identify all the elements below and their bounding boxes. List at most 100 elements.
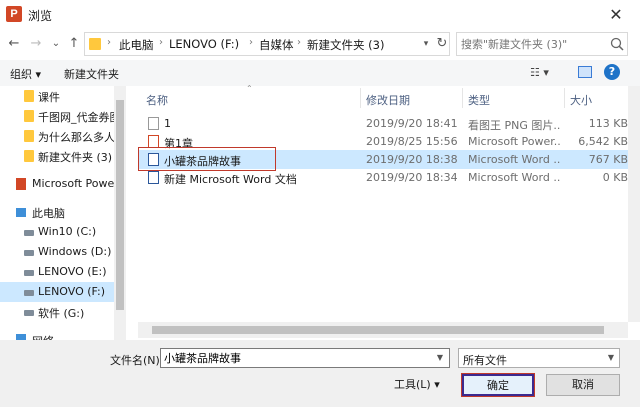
recent-locations-button[interactable]: ⌄: [48, 36, 64, 52]
folder-icon: [24, 130, 34, 142]
sidebar-item-drive-d[interactable]: Windows (D:): [0, 242, 114, 262]
sidebar-item-this-pc[interactable]: 此电脑: [0, 202, 114, 222]
docx-file-icon: [148, 171, 159, 184]
filename-combobox[interactable]: ▼: [160, 348, 450, 368]
drive-icon: [24, 250, 34, 256]
search-box[interactable]: [456, 32, 628, 56]
breadcrumb-separator: ›: [107, 37, 111, 48]
sidebar-item-label: 软件 (G:): [38, 307, 85, 320]
ok-button[interactable]: 确定: [462, 374, 534, 396]
sidebar-item-drive-e[interactable]: LENOVO (E:): [0, 262, 114, 282]
powerpoint-icon: [16, 178, 26, 190]
drive-icon: [24, 230, 34, 236]
sidebar-item-label: 网络: [32, 333, 54, 340]
sort-ascending-icon: ⌃: [246, 84, 253, 93]
sidebar-item-drive-c[interactable]: Win10 (C:): [0, 222, 114, 242]
change-view-button[interactable]: ☷ ▾: [530, 65, 556, 81]
file-type: 看图王 PNG 图片...: [468, 119, 560, 132]
sidebar-item-drive-f[interactable]: LENOVO (F:): [0, 282, 114, 302]
window-title: 浏览: [28, 9, 53, 23]
column-header-type[interactable]: 类型: [468, 92, 490, 108]
column-header-name[interactable]: 名称: [146, 92, 168, 108]
file-type: Microsoft Word ...: [468, 171, 560, 184]
organize-button[interactable]: 组织 ▾: [10, 66, 41, 82]
filename-label: 文件名(N):: [110, 354, 164, 367]
horizontal-scrollbar-thumb[interactable]: [152, 326, 604, 334]
file-date: 2019/8/25 15:56: [366, 135, 458, 148]
drive-icon: [24, 270, 34, 276]
folder-icon: [24, 150, 34, 162]
computer-icon: [16, 208, 26, 217]
breadcrumb-media[interactable]: 自媒体: [259, 37, 294, 53]
column-divider[interactable]: [462, 88, 463, 108]
command-bar: 组织 ▾ 新建文件夹 ☷ ▾ ?: [0, 60, 640, 86]
file-name: 新建 Microsoft Word 文档: [164, 173, 297, 186]
sidebar-item-label: 为什么那么多人扌: [38, 131, 114, 144]
file-size: 6,542 KB: [578, 135, 628, 148]
breadcrumb-lenovo-f[interactable]: LENOVO (F:): [169, 37, 239, 51]
back-button[interactable]: ←: [6, 36, 22, 52]
chevron-down-icon[interactable]: ▼: [433, 351, 447, 365]
forward-button[interactable]: →: [28, 36, 44, 52]
file-date: 2019/9/20 18:41: [366, 117, 458, 130]
filetype-value: 所有文件: [463, 354, 507, 367]
filetype-select[interactable]: 所有文件 ▼: [458, 348, 620, 368]
close-button[interactable]: ✕: [604, 4, 628, 26]
column-divider[interactable]: [564, 88, 565, 108]
column-header-date[interactable]: 修改日期: [366, 92, 410, 108]
file-date: 2019/9/20 18:34: [366, 171, 458, 184]
folder-icon: [89, 38, 101, 50]
file-name: 1: [164, 117, 171, 130]
navigation-pane: 课件 千图网_代金券图 为什么那么多人扌 新建文件夹 (3) Microsoft…: [0, 86, 126, 340]
refresh-icon[interactable]: ↻: [435, 36, 449, 52]
folder-icon: [24, 110, 34, 122]
filename-input[interactable]: [164, 351, 430, 365]
sidebar-item-label: 千图网_代金券图: [38, 111, 114, 124]
sidebar-item-courseware[interactable]: 课件: [0, 86, 114, 106]
sidebar-item-qiantu[interactable]: 千图网_代金券图: [0, 106, 114, 126]
file-date: 2019/9/20 18:38: [366, 153, 458, 166]
folder-icon: [24, 90, 34, 102]
sidebar-item-label: 此电脑: [32, 207, 65, 220]
file-size: 0 KB: [602, 171, 628, 184]
help-icon[interactable]: ?: [604, 64, 620, 80]
address-bar[interactable]: › 此电脑 › LENOVO (F:) › 自媒体 › 新建文件夹 (3) ▾ …: [84, 32, 450, 56]
drive-icon: [24, 310, 34, 316]
breadcrumb-separator: ›: [297, 37, 301, 48]
chevron-down-icon[interactable]: ▾: [419, 36, 433, 52]
sidebar-item-drive-g[interactable]: 软件 (G:): [0, 302, 114, 322]
sidebar-item-label: Microsoft Power: [32, 177, 114, 190]
file-type: Microsoft Power...: [468, 135, 560, 148]
sidebar-item-new-folder-3[interactable]: 新建文件夹 (3): [0, 146, 114, 166]
file-list-vertical-scrollbar[interactable]: [628, 86, 640, 322]
sidebar-item-why[interactable]: 为什么那么多人扌: [0, 126, 114, 146]
file-type: Microsoft Word ...: [468, 153, 560, 166]
sidebar-item-label: 课件: [38, 91, 60, 104]
up-button[interactable]: ↑: [66, 36, 82, 52]
breadcrumb-separator: ›: [159, 37, 163, 48]
breadcrumb-new-folder-3[interactable]: 新建文件夹 (3): [307, 37, 384, 53]
preview-pane-icon[interactable]: [578, 66, 592, 78]
file-list: 名称 ⌃ 修改日期 类型 大小 1 2019/9/20 18:41 看图王 PN…: [138, 84, 628, 340]
file-row[interactable]: 1 2019/9/20 18:41 看图王 PNG 图片... 113 KB: [138, 114, 628, 133]
breadcrumb-separator: ›: [249, 37, 253, 48]
search-icon[interactable]: [609, 36, 625, 52]
chevron-down-icon[interactable]: ▼: [605, 352, 617, 364]
search-input[interactable]: [461, 36, 607, 52]
breadcrumb-this-pc[interactable]: 此电脑: [119, 37, 154, 53]
column-header-size[interactable]: 大小: [570, 92, 592, 108]
new-folder-button[interactable]: 新建文件夹: [64, 66, 119, 82]
sidebar-item-network[interactable]: 网络: [0, 330, 114, 340]
png-file-icon: [148, 117, 159, 130]
title-bar: P 浏览 ✕: [0, 0, 640, 30]
sidebar-item-label: LENOVO (E:): [38, 265, 107, 278]
column-divider[interactable]: [360, 88, 361, 108]
file-size: 113 KB: [588, 117, 628, 130]
sidebar-item-label: Windows (D:): [38, 245, 112, 258]
file-row[interactable]: 新建 Microsoft Word 文档 2019/9/20 18:34 Mic…: [138, 168, 628, 187]
tools-button[interactable]: 工具(L) ▾: [394, 376, 440, 394]
sidebar-item-powerpoint[interactable]: Microsoft Power: [0, 174, 114, 194]
sidebar-item-label: 新建文件夹 (3): [38, 151, 113, 164]
cancel-button[interactable]: 取消: [546, 374, 620, 396]
sidebar-scrollbar-thumb[interactable]: [116, 100, 124, 310]
